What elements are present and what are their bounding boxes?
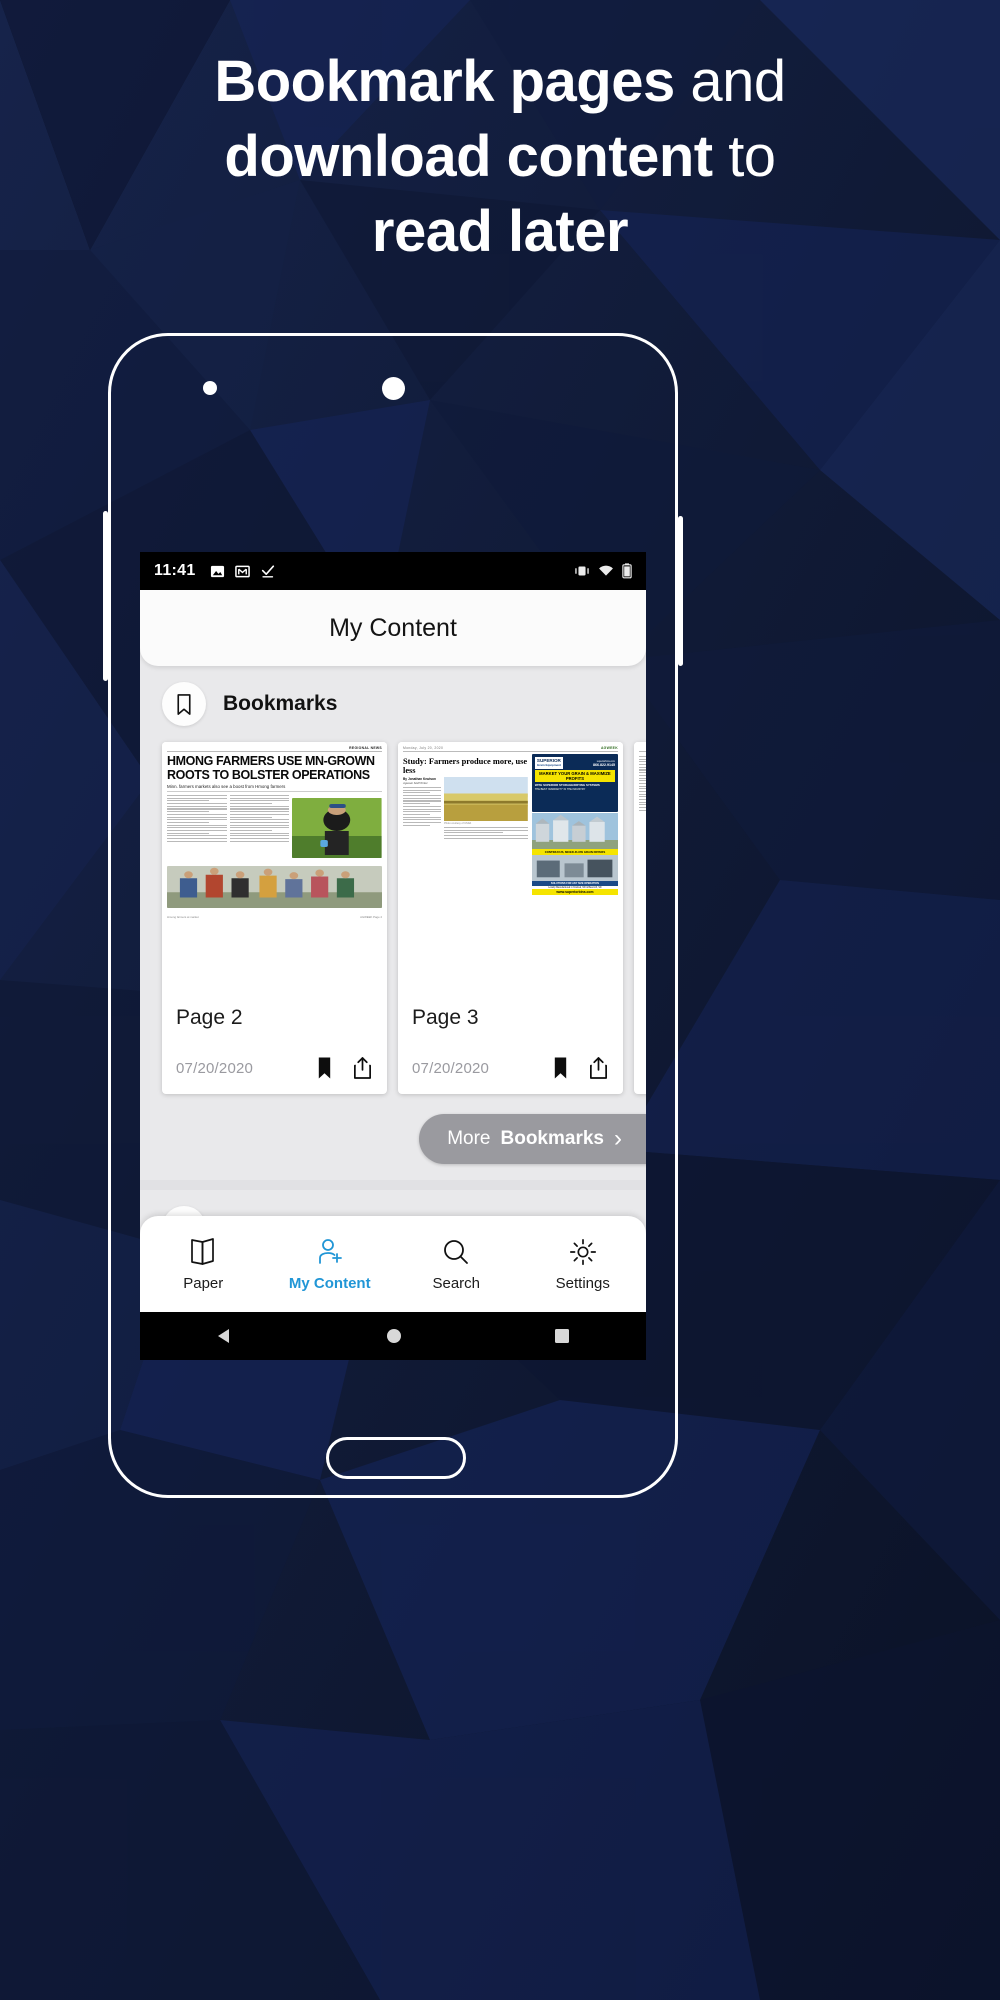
ad-line3: THE BEST ‘WARRANTY’ IN THE INDUSTRY	[534, 787, 586, 791]
paper-photo	[444, 777, 528, 821]
nav-item-my-content[interactable]: My Content	[267, 1236, 394, 1292]
bookmarks-section-title: Bookmarks	[223, 692, 338, 715]
more-bookmarks-row: More Bookmarks ›	[140, 1094, 646, 1180]
headline-line2-light: to	[712, 124, 776, 189]
paper-photo-secondary	[167, 866, 382, 908]
phone-power-button	[678, 516, 683, 666]
phone-screen: 11:41 My Content Bookmarks REGIONAL NEWS…	[140, 552, 646, 1360]
app-header: My Content	[140, 590, 646, 666]
search-icon	[444, 1240, 469, 1264]
nav-item-settings[interactable]: Settings	[520, 1236, 647, 1292]
share-icon[interactable]	[588, 1056, 609, 1080]
bookmark-card[interactable]: Monday, July 20, 2020 AGWEEK Study: Farm…	[398, 742, 623, 1094]
bookmark-filled-icon[interactable]	[315, 1056, 334, 1080]
paper-photo	[292, 798, 383, 858]
bottom-navigation: Paper My Content Search Settings	[140, 1216, 646, 1312]
more-bookmarks-emphasis: Bookmarks	[500, 1128, 605, 1149]
ad-photo-equipment	[531, 855, 618, 881]
back-triangle-icon[interactable]	[215, 1326, 235, 1346]
paper-headline: Study: Farmers produce more, use less	[403, 757, 528, 775]
page-title: My Content	[329, 613, 457, 642]
phone-volume-button	[103, 511, 108, 681]
wifi-icon	[599, 565, 613, 576]
content-scroll-area[interactable]: Bookmarks REGIONAL NEWS HMONG FARMERS US…	[140, 666, 646, 1268]
nav-item-paper[interactable]: Paper	[140, 1236, 267, 1292]
android-system-nav	[140, 1312, 646, 1360]
paper-advertisement: SUPERIOR Grain Equipment superiorbins.co…	[531, 754, 618, 812]
nav-label-settings: Settings	[555, 1275, 610, 1292]
ad-line1: MARKET YOUR GRAIN & MAXIMIZE PROFITS	[534, 770, 615, 782]
gmail-icon	[234, 565, 250, 577]
page-date: 07/20/2020	[176, 1059, 254, 1077]
recents-square-icon[interactable]	[553, 1327, 571, 1345]
ad-website: www.superiorbins.com	[531, 889, 618, 895]
share-icon[interactable]	[352, 1056, 373, 1080]
bookmark-filled-icon[interactable]	[551, 1056, 570, 1080]
headline-line1-light: and	[674, 49, 786, 114]
status-bar-time: 11:41	[154, 562, 196, 579]
front-camera-icon	[203, 381, 217, 395]
paper-rail-right: REGIONAL NEWS	[349, 746, 382, 750]
page-thumbnail[interactable]: Monday, July 20, 2020 AGWEEK Study: Farm…	[398, 742, 623, 992]
paper-rail-right: AGWEEK	[600, 746, 618, 750]
ad-brand-sub: Grain Equipment	[536, 763, 562, 767]
more-bookmarks-prefix: More	[447, 1128, 491, 1149]
ad-solutions: SOLUTIONS FOR ANY SIZE OPERATION	[531, 881, 618, 886]
page-thumbnail[interactable]: AGWE	[634, 742, 646, 992]
headline-line3-bold: read later	[371, 199, 629, 264]
status-bar: 11:41	[140, 552, 646, 590]
paper-rail-left: Monday, July 20, 2020	[403, 746, 444, 750]
paper-byline-sub: Agweek Staff Writer	[403, 781, 428, 785]
bookmark-icon	[162, 682, 206, 726]
image-icon	[210, 565, 224, 577]
battery-icon	[622, 563, 632, 579]
headline-line2-bold: download content	[224, 124, 713, 189]
nav-item-search[interactable]: Search	[393, 1236, 520, 1292]
bookmark-card[interactable]: REGIONAL NEWS HMONG FARMERS USE MN-GROWN…	[162, 742, 387, 1094]
my-content-icon	[318, 1239, 342, 1264]
page-label: Page 2	[176, 1006, 243, 1029]
page-label: Page 3	[412, 1006, 479, 1029]
bookmarks-section-header: Bookmarks	[140, 666, 646, 742]
vibrate-icon	[575, 566, 589, 576]
headline-line1-bold: Bookmark pages	[214, 49, 675, 114]
chevron-right-icon: ›	[614, 1125, 622, 1152]
paper-subhead: Minn. farmers markets also see a boost f…	[167, 784, 382, 792]
gear-icon	[569, 1238, 596, 1266]
paper-headline: HMONG FARMERS USE MN-GROWN ROOTS TO BOLS…	[167, 754, 375, 782]
home-circle-icon[interactable]	[384, 1326, 404, 1346]
nav-label-my-content: My Content	[288, 1275, 371, 1292]
phone-home-button	[326, 1437, 466, 1479]
nav-label-search: Search	[432, 1275, 481, 1292]
bookmarks-carousel[interactable]: REGIONAL NEWS HMONG FARMERS USE MN-GROWN…	[140, 742, 646, 1094]
ad-phone: 866.822.9145	[593, 762, 615, 767]
checkmark-icon	[261, 564, 274, 578]
page-thumbnail[interactable]: REGIONAL NEWS HMONG FARMERS USE MN-GROWN…	[162, 742, 387, 992]
ad-line2: WITH SUPERIOR STORAGE/DRYING SYSTEMS	[534, 782, 600, 787]
more-bookmarks-button[interactable]: More Bookmarks ›	[419, 1114, 646, 1164]
promo-headline: Bookmark pages and download content to r…	[0, 44, 1000, 269]
speaker-sensor-icon	[382, 377, 405, 400]
paper-icon	[191, 1238, 215, 1265]
section-divider	[140, 1180, 646, 1190]
ad-photo-bins	[531, 813, 618, 849]
nav-label-paper: Paper	[183, 1275, 224, 1292]
page-date: 07/20/2020	[412, 1059, 490, 1077]
bookmark-card[interactable]: AGWE	[634, 742, 646, 1094]
